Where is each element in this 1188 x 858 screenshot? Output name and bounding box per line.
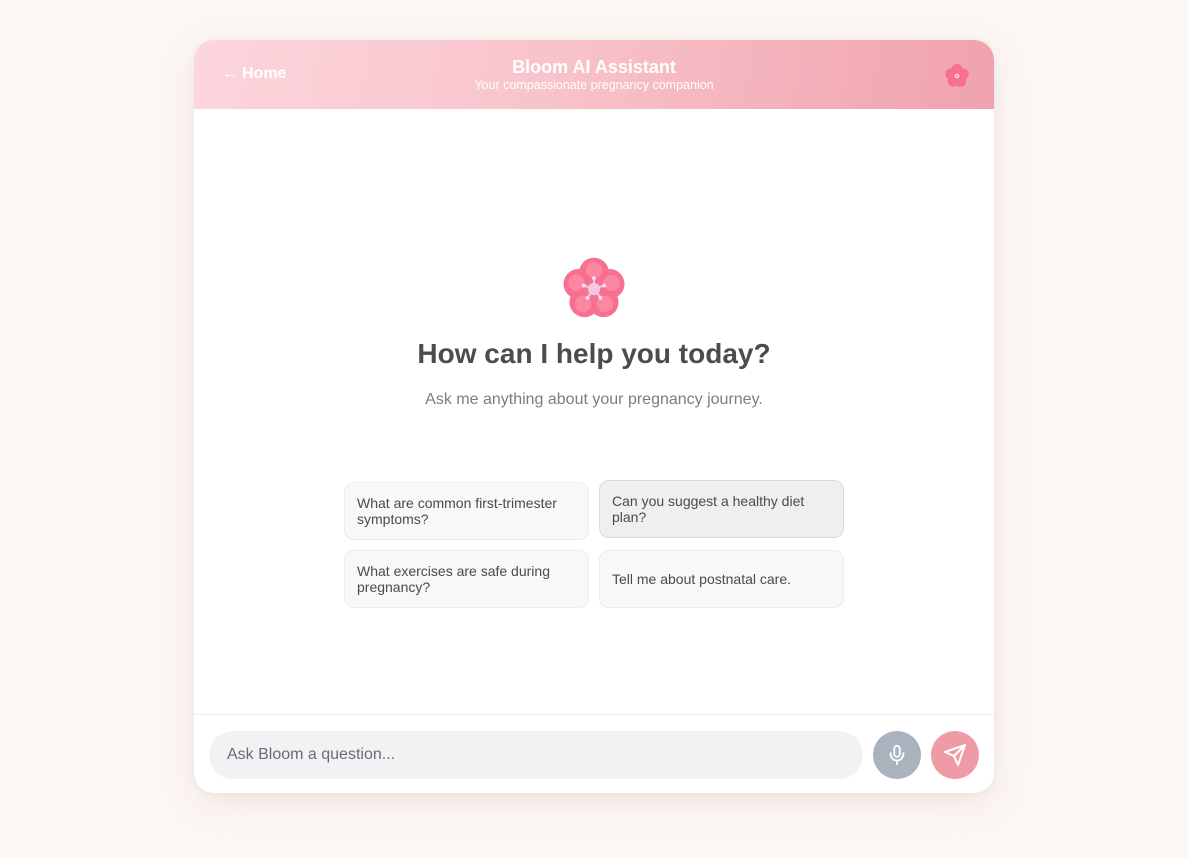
- send-button[interactable]: [931, 731, 979, 779]
- app-title: Bloom AI Assistant: [512, 57, 676, 77]
- suggestion-chip[interactable]: Tell me about postnatal care.: [599, 550, 844, 608]
- suggestion-chip[interactable]: What are common first-trimester symptoms…: [344, 482, 589, 540]
- chat-header: ← Home Bloom AI Assistant Your compassio…: [194, 40, 994, 109]
- chat-window: ← Home Bloom AI Assistant Your compassio…: [194, 40, 994, 793]
- cherry-blossom-icon: [945, 64, 969, 87]
- microphone-icon: [889, 744, 905, 766]
- header-titles: Bloom AI Assistant Your compassionate pr…: [194, 56, 994, 93]
- message-input[interactable]: [209, 731, 863, 779]
- welcome-heading: How can I help you today?: [417, 338, 771, 369]
- suggestion-chip[interactable]: What exercises are safe during pregnancy…: [344, 550, 589, 608]
- cherry-blossom-icon: [563, 257, 625, 318]
- app-subtitle: Your compassionate pregnancy companion: [474, 78, 714, 92]
- composer-bar: [194, 714, 994, 793]
- chat-main: How can I help you today? Ask me anythin…: [194, 109, 994, 714]
- send-icon: [944, 744, 966, 766]
- microphone-button[interactable]: [873, 731, 921, 779]
- welcome-subheading: Ask me anything about your pregnancy jou…: [425, 391, 763, 408]
- suggestion-chip[interactable]: Can you suggest a healthy diet plan?: [599, 480, 844, 538]
